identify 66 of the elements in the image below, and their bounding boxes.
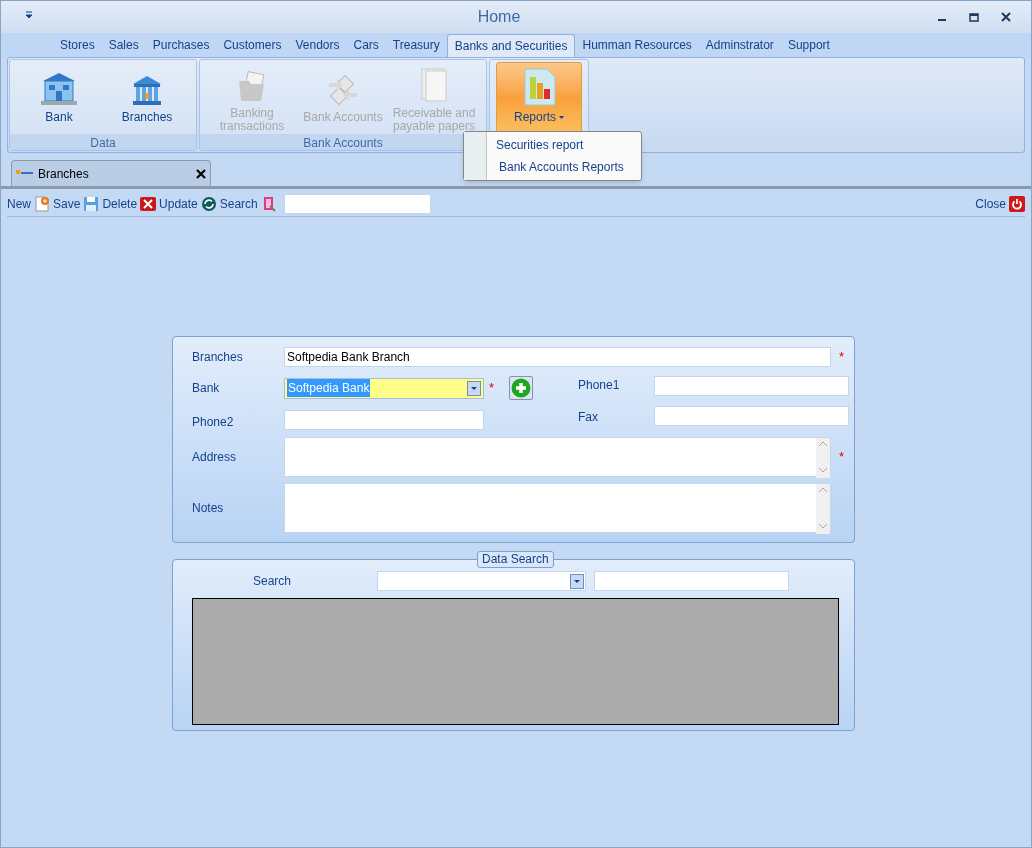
menu-tab[interactable]: Cars (346, 34, 386, 57)
close-icon[interactable] (196, 168, 206, 179)
folder-document-icon (236, 71, 268, 103)
menu-tab[interactable]: Customers (216, 34, 289, 57)
add-button[interactable] (509, 376, 533, 400)
bar-chart-document-icon (521, 67, 557, 107)
menu-item[interactable]: Securities report (487, 134, 641, 156)
menu-tab[interactable]: Banks and Securities (446, 34, 576, 57)
new-document-icon[interactable] (34, 196, 50, 212)
selected-text: Softpedia Bank (287, 379, 371, 397)
menu-tab[interactable]: Humman Resources (575, 34, 699, 57)
phone2-field[interactable] (284, 410, 484, 430)
toolbar-button[interactable]: New (7, 195, 31, 213)
menu-tab[interactable]: Stores (53, 34, 102, 57)
toolbar-button[interactable]: Delete (102, 195, 138, 213)
menu-tab[interactable]: Support (780, 34, 837, 57)
document-tab[interactable]: Branches (11, 160, 211, 186)
search-text-field[interactable] (594, 571, 789, 591)
required-mark: * (839, 348, 846, 367)
field-label: Fax (578, 409, 599, 426)
branch-name-field[interactable]: Softpedia Bank Branch (284, 347, 831, 367)
refresh-icon[interactable] (200, 196, 217, 212)
toolbar-button[interactable]: Save (53, 195, 81, 213)
ribbon-button[interactable]: Reports (496, 62, 582, 134)
required-mark: * (489, 379, 496, 398)
field-label: Phone2 (192, 414, 235, 431)
field-label: Address (192, 449, 238, 466)
ribbon-button[interactable]: Branches (104, 62, 190, 134)
plus-icon (511, 378, 531, 398)
close-button[interactable]: Close (975, 195, 1006, 213)
scrollbar-icon[interactable] (816, 484, 830, 534)
panel-title: Data Search (477, 551, 554, 568)
maximize-icon[interactable] (969, 12, 979, 22)
field-label: Branches (192, 349, 244, 366)
search-field[interactable] (283, 194, 431, 214)
window-title: Home (476, 7, 522, 27)
toolbar-button[interactable]: Update (159, 195, 198, 213)
columned-building-icon (131, 75, 163, 107)
field-label: Search (253, 573, 293, 590)
address-field[interactable] (284, 437, 831, 477)
close-icon[interactable] (1001, 12, 1011, 22)
ribbon-button[interactable]: Bank (16, 62, 102, 134)
transfer-icon (327, 75, 359, 107)
delete-icon[interactable] (140, 196, 157, 212)
bank-building-icon (39, 71, 79, 107)
toolbar-button[interactable]: Search (219, 195, 258, 213)
field-label: Bank (192, 380, 221, 397)
tab-label: Branches (38, 165, 90, 183)
menu-tab[interactable]: Vendors (288, 34, 347, 57)
field-label: Notes (192, 500, 225, 517)
quick-access-icon[interactable] (25, 11, 33, 19)
document-stack-icon (418, 67, 450, 103)
scrollbar-icon[interactable] (816, 438, 830, 478)
required-mark: * (839, 448, 846, 467)
fax-field[interactable] (654, 406, 849, 426)
group-label: Data (10, 134, 196, 150)
power-icon[interactable] (1009, 196, 1025, 212)
notes-field[interactable] (284, 483, 831, 533)
menu-tab[interactable]: Adminstrator (698, 34, 781, 57)
field-label: Phone1 (578, 377, 621, 394)
menu-tab[interactable]: Treasury (385, 34, 447, 57)
phone1-field[interactable] (654, 376, 849, 396)
menu-icon-gutter (464, 132, 487, 180)
menu-tab[interactable]: Sales (101, 34, 146, 57)
menu-item[interactable]: Bank Accounts Reports (487, 156, 641, 178)
menu-tab[interactable]: Purchases (145, 34, 217, 57)
